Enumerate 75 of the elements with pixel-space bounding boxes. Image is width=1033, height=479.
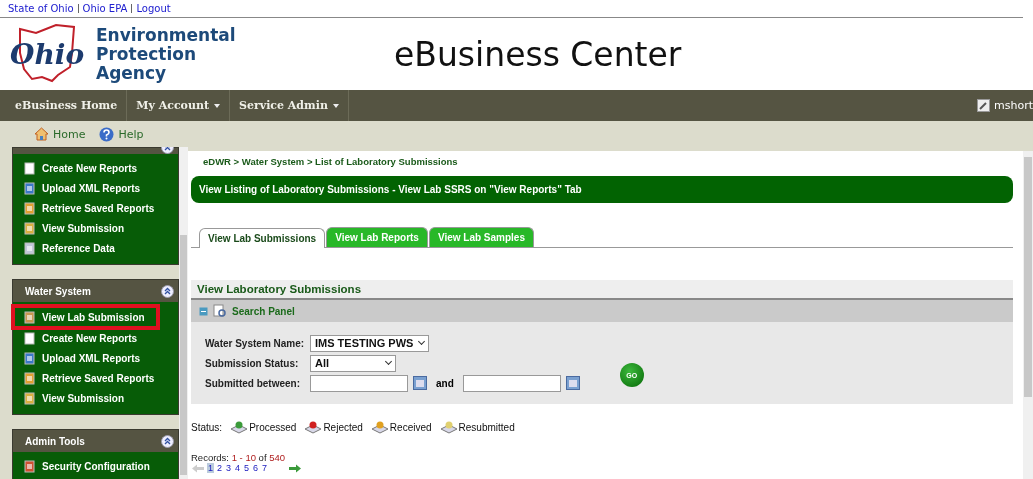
document-search-icon (213, 304, 227, 318)
document-icon (23, 310, 36, 324)
document-icon (23, 221, 36, 235)
scrollbar[interactable] (1023, 151, 1033, 479)
status-tray-icon (439, 420, 458, 434)
sidebar-link[interactable]: Security Configuration (13, 456, 178, 476)
agency-name-line: Agency (96, 63, 168, 83)
date-field[interactable] (462, 374, 561, 392)
field-label: Submitted between: (205, 377, 301, 389)
sidebar-link[interactable]: Retrieve Saved Reports (13, 198, 178, 218)
page-link[interactable]: 6 (252, 463, 260, 473)
calendar-icon[interactable] (413, 376, 427, 390)
sidebar-section-title: Admin Tools (25, 435, 86, 447)
help-icon (99, 126, 115, 142)
status-legend-text: Received (389, 421, 432, 433)
sidebar-link[interactable]: Reference Data (13, 238, 178, 258)
status-legend-text: Processed (249, 421, 297, 433)
sidebar-link[interactable]: View Submission (13, 388, 178, 408)
field-label: Water System Name: (205, 337, 305, 349)
tab[interactable]: View Lab Submissions (199, 228, 326, 248)
panel-title: View Laboratory Submissions (191, 280, 1013, 300)
dropdown[interactable]: All (310, 354, 396, 372)
document-icon (23, 201, 36, 215)
status-legend-text: Rejected (323, 421, 363, 433)
sidebar-link[interactable]: Upload XML Reports (13, 178, 178, 198)
agency-name-line: Environmental (96, 25, 236, 45)
toolbar-link[interactable]: Home (34, 127, 86, 141)
page-link[interactable]: 1 (207, 463, 214, 473)
search-panel-title[interactable]: Search Panel (232, 305, 295, 317)
status-tray-icon (230, 420, 249, 434)
field-label: Submission Status: (205, 357, 300, 369)
document-icon (23, 391, 36, 405)
right-arrow-icon[interactable] (288, 463, 303, 473)
page-title: eBusiness Center (394, 34, 682, 74)
toolbar-link[interactable]: Help (99, 126, 144, 142)
top-link[interactable]: Logout (131, 4, 171, 13)
top-link[interactable]: State of Ohio (8, 3, 74, 14)
scrollbar[interactable] (178, 147, 188, 479)
document-icon (23, 459, 36, 473)
page-link[interactable]: 3 (225, 463, 233, 473)
sidebar-link[interactable]: Upload XML Reports (13, 348, 178, 368)
page-link[interactable]: 4 (234, 463, 242, 473)
collapse-icon[interactable] (160, 434, 174, 448)
sidebar-link[interactable]: Create New Reports (13, 158, 178, 178)
sidebar-link[interactable]: Retrieve Saved Reports (13, 368, 178, 388)
page-link[interactable]: 7 (261, 463, 269, 473)
status-legend-text: Resubmitted (458, 421, 515, 433)
document-icon (23, 181, 36, 195)
document-icon (23, 241, 36, 255)
sidebar-section-title: Water System (25, 285, 92, 297)
records-count: Records: 1 - 10 of 540 (191, 452, 286, 463)
and-label: and (436, 377, 454, 389)
breadcrumb: eDWR > Water System > List of Laboratory Submissions (202, 156, 459, 167)
document-icon (23, 351, 36, 365)
document-icon (23, 161, 36, 175)
collapse-toggle-icon[interactable] (199, 306, 208, 316)
top-link[interactable]: Ohio EPA (77, 4, 128, 13)
document-icon (23, 331, 36, 345)
document-icon (23, 371, 36, 385)
sidebar-link[interactable]: View Lab Submission (13, 306, 158, 328)
user-name[interactable]: mshort (994, 99, 1033, 112)
collapse-icon[interactable] (160, 284, 174, 298)
dropdown[interactable]: IMS TESTING PWS (310, 334, 430, 352)
calendar-icon[interactable] (565, 376, 580, 390)
status-tray-icon (304, 420, 323, 434)
sidebar-link[interactable]: Create New Reports (13, 328, 178, 348)
agency-name-line: Protection (96, 44, 197, 64)
status-tray-icon (370, 420, 389, 434)
page-banner: View Listing of Laboratory Submissions - View Lab SSRS on "View Reports" Tab (191, 176, 1013, 203)
page-link[interactable]: 5 (243, 463, 251, 473)
page-link[interactable]: 2 (216, 463, 224, 473)
home-icon (34, 127, 49, 141)
sidebar-link[interactable]: View Submission (13, 218, 178, 238)
status-label: Status: (191, 421, 223, 433)
date-field[interactable] (310, 374, 408, 392)
